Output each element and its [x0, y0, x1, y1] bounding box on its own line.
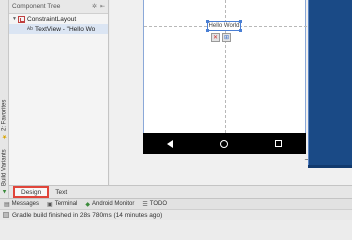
component-tree-title: Component Tree — [12, 3, 61, 10]
editor-tabs-bar: Design Text — [9, 185, 352, 198]
delete-constraints-icon[interactable]: ✕ — [211, 33, 220, 42]
textview-icon: Ab — [27, 26, 34, 32]
component-tree-panel: Component Tree ✲ ⇤ ▼ ConstraintLayout Ab… — [9, 0, 109, 185]
star-icon: ★ — [2, 133, 8, 141]
android-monitor-tool-button[interactable]: ◆ Android Monitor — [85, 201, 134, 208]
resize-handle[interactable] — [239, 29, 242, 32]
tab-design[interactable]: Design — [13, 186, 50, 198]
vertical-guideline — [225, 0, 226, 133]
back-icon — [166, 139, 173, 148]
tool-label: Messages — [11, 201, 40, 207]
todo-tool-button[interactable]: ☰ TODO — [142, 201, 167, 208]
device-navigation-bar — [143, 133, 306, 154]
tool-label: Android Monitor — [92, 201, 135, 207]
tree-item-label: TextView - "Hello Wo — [35, 25, 96, 33]
build-variants-icon: ▲ — [1, 188, 8, 195]
settings-icon[interactable]: ✲ — [92, 3, 97, 10]
resize-handle[interactable] — [239, 20, 242, 23]
tab-label: Text — [55, 188, 68, 196]
tool-label: TODO — [149, 201, 167, 207]
tree-item-textview[interactable]: Ab TextView - "Hello Wo — [9, 24, 108, 34]
build-variants-tab[interactable]: ▲ Build Variants — [0, 148, 9, 196]
home-icon — [219, 139, 228, 148]
tool-label: Terminal — [54, 201, 78, 207]
tab-label: Design — [21, 188, 42, 196]
status-window-icon[interactable] — [3, 212, 9, 218]
android-icon: ◆ — [85, 201, 91, 208]
messages-icon: ▤ — [4, 201, 10, 208]
tree-item-constraintlayout[interactable]: ▼ ConstraintLayout — [9, 14, 108, 24]
left-tool-strip: ★ 2: Favorites ▲ Build Variants — [0, 0, 9, 198]
textview-widget[interactable]: Hello World — [207, 21, 241, 31]
constraint-layout-icon — [18, 15, 25, 23]
messages-tool-button[interactable]: ▤ Messages — [4, 201, 39, 208]
terminal-icon: ▣ — [47, 201, 53, 208]
build-variants-label: Build Variants — [1, 149, 8, 187]
status-text: Gradle build finished in 28s 780ms (14 m… — [12, 211, 163, 219]
status-bar: Gradle build finished in 28s 780ms (14 m… — [0, 209, 352, 220]
tree-item-label: ConstraintLayout — [27, 15, 77, 23]
tool-windows-bar: ▤ Messages ▣ Terminal ◆ Android Monitor … — [0, 198, 352, 209]
component-tree-header: Component Tree ✲ ⇤ — [9, 0, 108, 14]
widget-text: Hello World — [208, 23, 240, 29]
blueprint-view[interactable] — [308, 0, 352, 168]
favorites-label: 2: Favorites — [1, 99, 8, 132]
resize-handle[interactable] — [206, 29, 209, 32]
terminal-tool-button[interactable]: ▣ Terminal — [47, 201, 77, 208]
favorites-tab[interactable]: ★ 2: Favorites — [0, 100, 9, 140]
resize-handle[interactable] — [206, 20, 209, 23]
tab-text[interactable]: Text — [49, 186, 73, 198]
hide-panel-icon[interactable]: ⇤ — [100, 3, 105, 10]
device-screen-preview[interactable]: Hello World ✕ ⊞ — [143, 0, 307, 133]
todo-icon: ☰ — [142, 201, 148, 208]
blueprint-screen — [308, 0, 352, 165]
design-canvas[interactable]: Hello World ✕ ⊞ — [110, 0, 352, 185]
baseline-icon[interactable]: ⊞ — [222, 33, 231, 42]
recents-icon — [275, 140, 283, 147]
